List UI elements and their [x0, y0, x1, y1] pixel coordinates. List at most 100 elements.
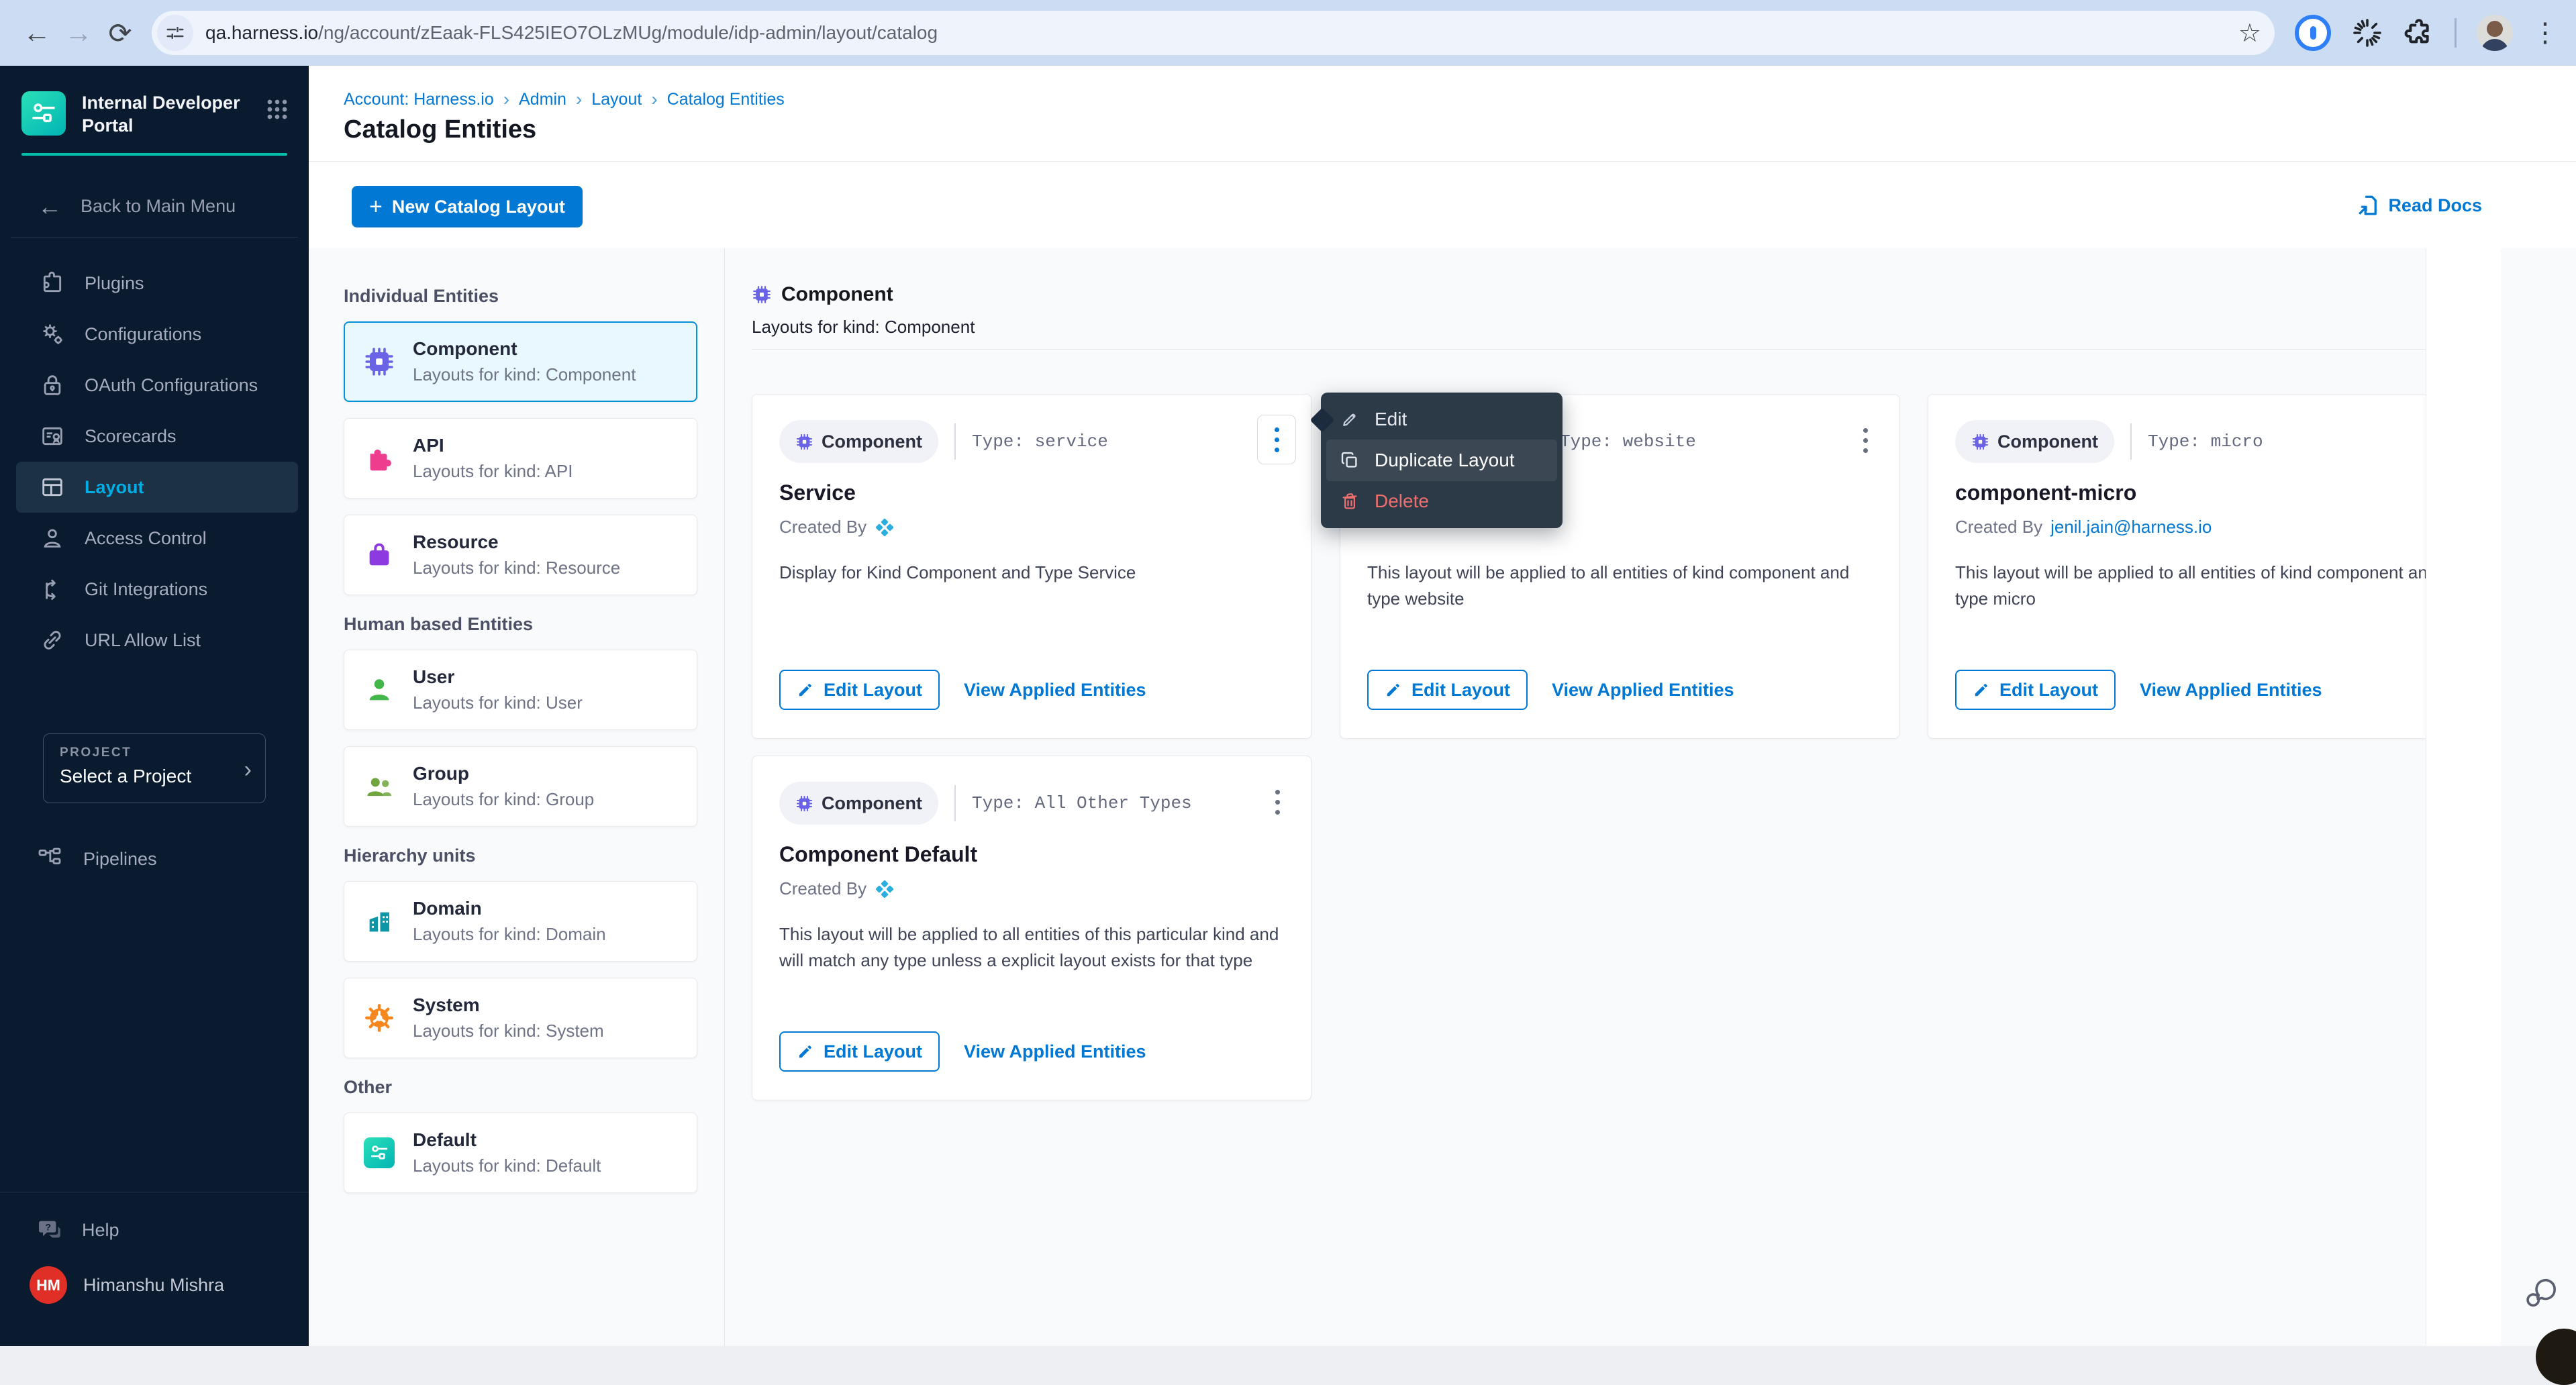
edit-layout-button[interactable]: Edit Layout: [1955, 670, 2116, 710]
card-menu-button[interactable]: [1859, 424, 1872, 457]
sidebar-item-access-control[interactable]: Access Control: [0, 513, 309, 564]
scorecard-icon: [38, 421, 67, 451]
browser-menu-icon[interactable]: ⋮: [2532, 17, 2559, 48]
address-bar[interactable]: qa.harness.io/ng/account/zEaak-FLS425IEO…: [152, 11, 2275, 55]
card-context-menu: Edit Duplicate Layout Delete: [1321, 393, 1563, 528]
sidebar-item-scorecards[interactable]: Scorecards: [0, 411, 309, 462]
entity-name: Domain: [413, 898, 606, 919]
layout-card-component-micro: Component Type: micro component-micro Cr…: [1928, 394, 2487, 739]
sidebar: Internal Developer Portal ← Back to Main…: [0, 66, 309, 1346]
back-to-main-menu[interactable]: ← Back to Main Menu: [11, 176, 298, 238]
chevron-right-icon: ›: [576, 89, 582, 110]
module-grid-icon[interactable]: [264, 97, 290, 122]
breadcrumb-layout[interactable]: Layout: [591, 90, 642, 109]
extensions-puzzle-icon[interactable]: [2404, 17, 2434, 48]
created-by-label: Created By: [779, 878, 866, 899]
layout-card-service: Component Type: service Service Created …: [752, 394, 1311, 739]
section-subtitle: Layouts for kind: Component: [752, 317, 975, 338]
sidebar-item-label: Git Integrations: [85, 579, 207, 600]
browser-back-icon[interactable]: ←: [16, 17, 58, 49]
sidebar-item-oauth-configurations[interactable]: OAuth Configurations: [0, 360, 309, 411]
menu-item-duplicate-layout[interactable]: Duplicate Layout: [1326, 440, 1557, 481]
resource-bag-icon: [363, 539, 395, 571]
browser-forward-icon[interactable]: →: [58, 17, 99, 49]
sidebar-item-plugins[interactable]: Plugins: [0, 258, 309, 309]
pencil-icon: [1340, 409, 1360, 429]
browser-reload-icon[interactable]: ⟳: [99, 17, 141, 50]
git-branch-icon: [38, 574, 67, 604]
entity-item-user[interactable]: UserLayouts for kind: User: [344, 650, 697, 730]
entity-item-api[interactable]: APILayouts for kind: API: [344, 418, 697, 499]
type-value: website: [1623, 431, 1696, 452]
component-chip-icon: [363, 346, 395, 378]
breadcrumb-account[interactable]: Account: Harness.io: [344, 90, 494, 109]
entity-item-resource[interactable]: ResourceLayouts for kind: Resource: [344, 515, 697, 595]
trash-icon: [1340, 491, 1360, 511]
kind-badge: Component: [779, 420, 938, 463]
user-icon: [363, 674, 395, 706]
entity-name: Component: [413, 338, 636, 360]
layout-card-component-default: Component Type: All Other Types Componen…: [752, 756, 1311, 1100]
scrollbar-gutter[interactable]: [2426, 248, 2501, 1346]
layout-icon: [38, 472, 67, 502]
sidebar-item-pipelines[interactable]: Pipelines: [0, 837, 309, 880]
component-chip-icon: [1971, 433, 1989, 451]
project-selector[interactable]: PROJECT Select a Project ›: [43, 733, 266, 803]
component-chip-icon: [795, 794, 813, 813]
sidebar-item-label: URL Allow List: [85, 630, 201, 651]
sidebar-item-url-allow-list[interactable]: URL Allow List: [0, 615, 309, 666]
edit-layout-label: Edit Layout: [824, 680, 922, 701]
sidebar-item-label: Scorecards: [85, 426, 177, 447]
edit-layout-button[interactable]: Edit Layout: [779, 670, 940, 710]
domain-buildings-icon: [363, 905, 395, 937]
site-info-icon[interactable]: [157, 15, 193, 51]
created-by-email-link[interactable]: jenil.jain@harness.io: [2050, 517, 2212, 537]
new-catalog-layout-button[interactable]: + New Catalog Layout: [352, 186, 583, 227]
chevron-right-icon: ›: [651, 89, 657, 110]
entity-item-default[interactable]: DefaultLayouts for kind: Default: [344, 1113, 697, 1193]
component-chip-icon: [795, 433, 813, 451]
breadcrumb-catalog-entities[interactable]: Catalog Entities: [667, 90, 785, 109]
copy-icon: [1340, 450, 1360, 470]
bookmark-star-icon[interactable]: ☆: [2238, 18, 2261, 48]
type-value: All Other Types: [1035, 793, 1192, 813]
breadcrumb-admin[interactable]: Admin: [519, 90, 566, 109]
entity-item-domain[interactable]: DomainLayouts for kind: Domain: [344, 881, 697, 962]
page-title: Catalog Entities: [344, 115, 536, 144]
card-menu-button[interactable]: [1271, 786, 1284, 819]
edit-layout-button[interactable]: Edit Layout: [1367, 670, 1528, 710]
card-menu-button[interactable]: [1257, 415, 1296, 464]
menu-item-edit[interactable]: Edit: [1321, 399, 1563, 440]
kebab-icon: [1863, 428, 1868, 453]
menu-item-delete[interactable]: Delete: [1321, 481, 1563, 521]
harness-user-icon: [875, 879, 895, 899]
project-value: Select a Project: [60, 766, 249, 787]
sidebar-item-label: Layout: [85, 477, 144, 498]
support-chat-icon[interactable]: [2524, 1275, 2560, 1311]
kebab-icon: [1275, 427, 1279, 452]
puzzle-icon: [38, 268, 67, 298]
user-menu[interactable]: HM Himanshu Mishra: [30, 1266, 309, 1304]
layout-cards-panel: Component Layouts for kind: Component Co…: [725, 248, 2501, 1346]
entity-item-component[interactable]: ComponentLayouts for kind: Component: [344, 321, 697, 402]
browser-toolbar: ← → ⟳ qa.harness.io/ng/account/zEaak-FLS…: [0, 0, 2576, 66]
sidebar-item-configurations[interactable]: Configurations: [0, 309, 309, 360]
onepassword-extension-icon[interactable]: [2295, 15, 2331, 51]
spinner-extension-icon[interactable]: [2351, 17, 2383, 49]
browser-profile-avatar[interactable]: [2477, 15, 2513, 51]
view-applied-entities-link[interactable]: View Applied Entities: [1552, 680, 1734, 701]
view-applied-entities-link[interactable]: View Applied Entities: [964, 1041, 1146, 1062]
help-button[interactable]: ? Help: [35, 1215, 309, 1245]
entity-item-system[interactable]: SystemLayouts for kind: System: [344, 978, 697, 1058]
sidebar-item-layout[interactable]: Layout: [16, 462, 298, 513]
component-chip-icon: [752, 285, 772, 305]
read-docs-link[interactable]: Read Docs: [2356, 193, 2482, 217]
edit-layout-label: Edit Layout: [1411, 680, 1510, 701]
badge-divider: [954, 423, 956, 460]
edit-layout-button[interactable]: Edit Layout: [779, 1031, 940, 1072]
nav-section-title: Other: [344, 1077, 697, 1098]
view-applied-entities-link[interactable]: View Applied Entities: [2140, 680, 2322, 701]
view-applied-entities-link[interactable]: View Applied Entities: [964, 680, 1146, 701]
sidebar-item-git-integrations[interactable]: Git Integrations: [0, 564, 309, 615]
entity-item-group[interactable]: GroupLayouts for kind: Group: [344, 746, 697, 827]
